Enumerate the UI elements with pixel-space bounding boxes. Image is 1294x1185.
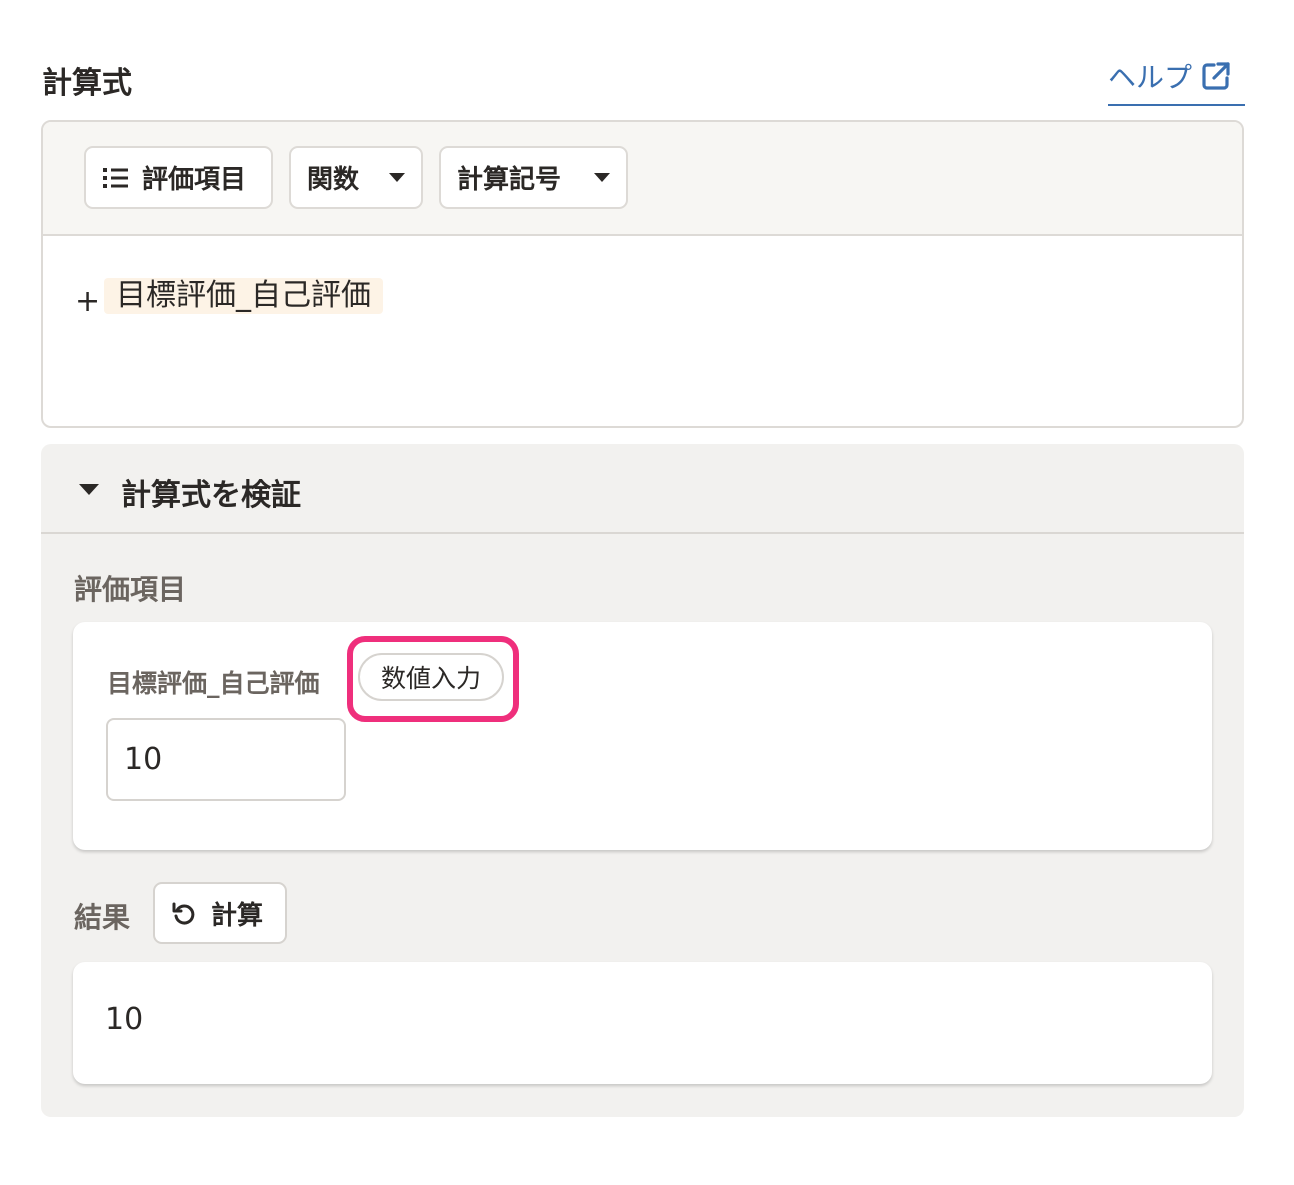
help-link[interactable]: ヘルプ (1108, 56, 1245, 106)
insert-item-button[interactable]: 評価項目 (84, 146, 273, 209)
formula-operator: + (75, 284, 101, 319)
result-value: 10 (105, 1002, 144, 1037)
help-link-label: ヘルプ (1108, 61, 1193, 94)
calculate-button[interactable]: 計算 (153, 882, 287, 944)
verify-panel: 計算式を検証 評価項目 目標評価_自己評価 数値入力 結果 計算 10 (41, 444, 1244, 1117)
list-icon (103, 167, 128, 188)
eval-item-field-label: 目標評価_自己評価 (107, 669, 320, 698)
formula-token[interactable]: 目標評価_自己評価 (104, 278, 383, 314)
caret-down-icon (594, 173, 610, 182)
eval-item-value-input[interactable] (106, 718, 346, 801)
formula-toolbar: 評価項目 関数 計算記号 (43, 122, 1242, 236)
operators-label: 計算記号 (457, 165, 562, 195)
eval-items-label: 評価項目 (74, 573, 187, 606)
functions-dropdown[interactable]: 関数 (289, 146, 423, 209)
external-link-icon (1202, 62, 1230, 90)
field-type-badge: 数値入力 (358, 653, 504, 701)
caret-down-icon (79, 484, 99, 495)
result-card: 10 (73, 962, 1212, 1084)
page-title: 計算式 (42, 66, 132, 101)
verify-panel-header[interactable]: 計算式を検証 (41, 444, 1244, 534)
calculate-button-label: 計算 (211, 900, 264, 931)
insert-item-label: 評価項目 (142, 165, 247, 195)
result-label: 結果 (74, 901, 131, 934)
formula-page: 計算式 ヘルプ 評価項目 関数 計算記号 + 目標評価_自己評価 計算式を検証 … (0, 0, 1294, 1185)
operators-dropdown[interactable]: 計算記号 (439, 146, 628, 209)
formula-input-area[interactable]: + 目標評価_自己評価 (43, 236, 1242, 426)
eval-item-card: 目標評価_自己評価 数値入力 (73, 622, 1212, 850)
caret-down-icon (389, 173, 405, 182)
formula-editor: 評価項目 関数 計算記号 + 目標評価_自己評価 (41, 120, 1244, 428)
functions-label: 関数 (307, 165, 360, 195)
refresh-icon (172, 902, 195, 925)
verify-panel-title: 計算式を検証 (121, 478, 301, 513)
